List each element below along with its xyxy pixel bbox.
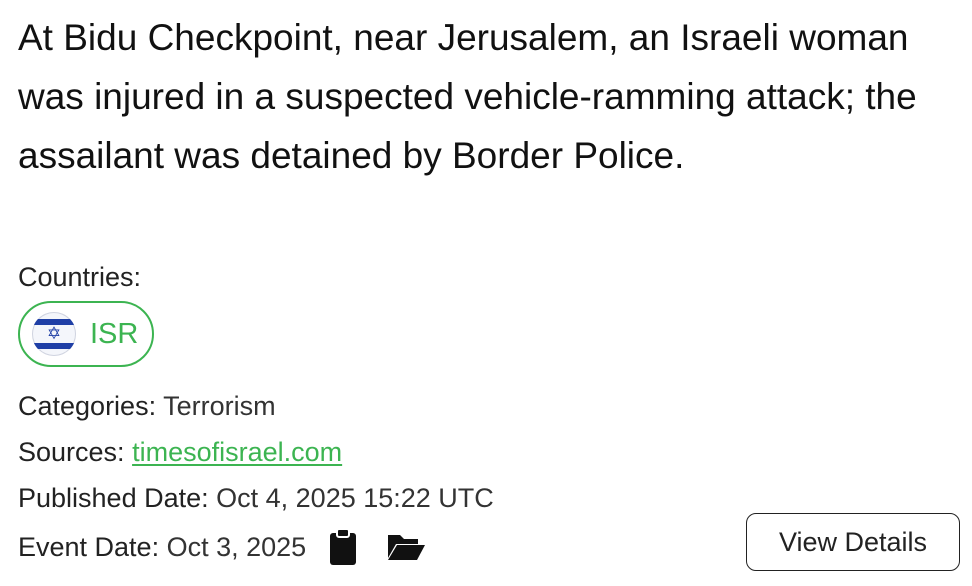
sources-row: Sources: timesofisrael.com <box>18 435 342 469</box>
published-date-value: Oct 4, 2025 15:22 UTC <box>216 483 494 513</box>
event-headline: At Bidu Checkpoint, near Jerusalem, an I… <box>18 17 917 176</box>
event-date-value: Oct 3, 2025 <box>166 532 307 562</box>
categories-label: Categories: <box>18 391 157 421</box>
country-code: ISR <box>90 317 139 350</box>
event-date-row: Event Date: Oct 3, 2025 <box>18 528 426 566</box>
event-date-label: Event Date: <box>18 532 160 562</box>
event-card: At Bidu Checkpoint, near Jerusalem, an I… <box>18 8 962 571</box>
countries-label: Countries: <box>18 262 142 292</box>
folder-open-icon[interactable] <box>386 531 426 563</box>
israel-flag-icon: ✡ <box>32 312 76 356</box>
clipboard-icon[interactable] <box>328 528 358 566</box>
source-link[interactable]: timesofisrael.com <box>132 437 342 467</box>
sources-label: Sources: <box>18 437 125 467</box>
categories-value: Terrorism <box>163 391 276 421</box>
country-chip-isr[interactable]: ✡ ISR <box>18 301 154 367</box>
published-date-label: Published Date: <box>18 483 209 513</box>
categories-row: Categories: Terrorism <box>18 389 276 423</box>
published-date-row: Published Date: Oct 4, 2025 15:22 UTC <box>18 481 494 515</box>
view-details-button[interactable]: View Details <box>746 513 960 571</box>
